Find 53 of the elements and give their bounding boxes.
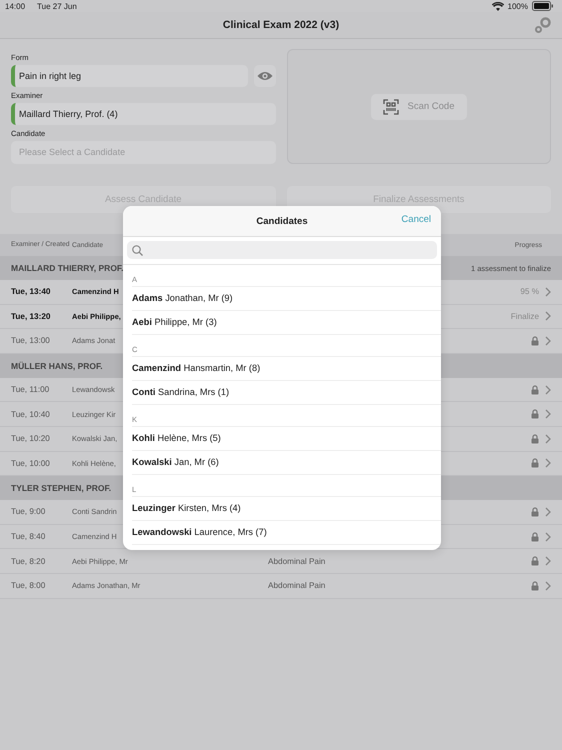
progress-text: 95 %	[520, 287, 539, 296]
chevron-icon	[545, 532, 551, 542]
chevron-icon	[545, 384, 551, 395]
form-name: Abdominal Pain	[268, 556, 326, 566]
preview-button[interactable]	[254, 65, 276, 87]
dialog-title: Candidates	[256, 216, 308, 226]
created-time: Tue, 9:00	[11, 507, 46, 516]
created-time: Tue, 8:20	[11, 556, 46, 566]
eye-icon	[257, 71, 273, 81]
created-time: Tue, 10:00	[11, 458, 51, 468]
chevron-icon	[545, 311, 551, 322]
search-icon	[132, 244, 143, 256]
progress-text: Finalize	[510, 312, 539, 321]
chevron-icon	[545, 434, 551, 444]
candidate-item[interactable]: Conti Sandrina, Mrs (1)	[132, 381, 441, 405]
qr-code-icon	[383, 98, 400, 114]
chevron-icon	[545, 409, 551, 420]
created-time: Tue, 13:00	[11, 336, 51, 346]
created-time: Tue, 13:20	[11, 312, 52, 321]
created-time: Tue, 10:20	[11, 434, 51, 444]
created-time: Tue, 8:00	[11, 581, 46, 590]
search-field[interactable]	[127, 241, 437, 259]
chevron-icon	[545, 556, 551, 566]
gears-icon[interactable]	[534, 16, 552, 34]
candidate-item[interactable]: Camenzind Hansmartin, Mr (8)	[132, 357, 441, 381]
examiner-field[interactable]: Maillard Thierry, Prof. (4)	[11, 103, 276, 124]
status-date: Tue 27 Jun	[37, 2, 77, 10]
chevron-icon	[545, 506, 551, 517]
chevron-icon	[545, 458, 551, 468]
examiner-name: TYLER STEPHEN, PROF.	[11, 483, 112, 494]
candidate-item[interactable]: Aebi Philippe, Mr (3)	[132, 311, 441, 335]
examiner-name: MAILLARD THIERRY, PROF.	[11, 263, 124, 273]
created-time: Tue, 10:40	[11, 410, 51, 419]
candidate-field[interactable]: Please Select a Candidate	[11, 140, 276, 164]
chevron-icon	[545, 336, 551, 346]
candidate-item[interactable]: Kohli Helène, Mrs (5)	[132, 427, 441, 451]
screen-title: Clinical Exam 2022 (v3)	[222, 19, 340, 31]
form-name: Abdominal Pain	[268, 581, 326, 590]
candidate-item[interactable]: Adams Jonathan, Mr (9)	[132, 287, 441, 311]
examiner-name: MÜLLER HANS, PROF.	[11, 360, 103, 371]
chevron-icon	[545, 580, 551, 591]
created-time: Tue, 8:40	[11, 532, 46, 542]
candidate-item[interactable]: Lewandowski Laurence, Mrs (7)	[132, 521, 441, 545]
created-time: Tue, 13:40	[11, 287, 52, 296]
candidate-item[interactable]: Leuzinger Kirsten, Mrs (4)	[132, 497, 441, 521]
battery-icon	[532, 1, 554, 11]
created-time: Tue, 11:00	[11, 385, 50, 394]
status-time: 14:00	[5, 2, 26, 10]
wifi-icon	[492, 2, 504, 10]
battery-percent: 100%	[508, 2, 528, 10]
chevron-icon	[545, 286, 551, 297]
candidate-item[interactable]: Kowalski Jan, Mr (6)	[132, 451, 441, 475]
form-field[interactable]: Pain in right leg	[11, 65, 248, 87]
